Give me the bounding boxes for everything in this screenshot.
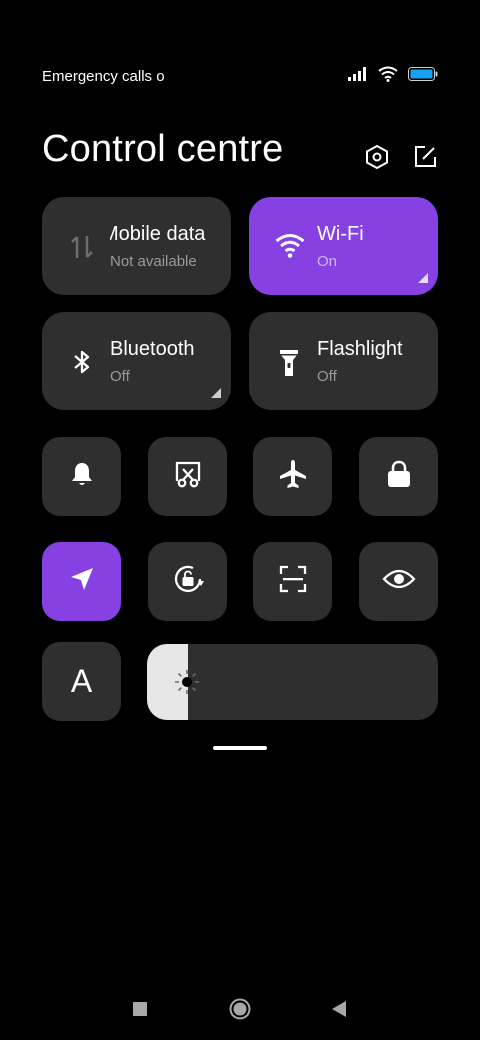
brightness-slider[interactable] <box>147 644 438 720</box>
signal-icon <box>348 67 368 86</box>
mobile-data-tile[interactable]: Mobile data Not available <box>42 197 231 295</box>
lock-icon <box>385 459 413 494</box>
airplane-icon <box>277 458 309 495</box>
battery-icon <box>408 67 438 86</box>
drag-handle[interactable] <box>213 746 267 750</box>
settings-hex-icon[interactable] <box>364 144 390 170</box>
location-icon <box>68 565 96 598</box>
home-button[interactable] <box>225 996 255 1026</box>
wifi-status-icon <box>378 66 398 87</box>
wifi-status: On <box>317 253 338 270</box>
triangle-back-icon <box>331 1000 347 1023</box>
mobile-data-status: Not available <box>110 253 197 270</box>
data-arrows-icon <box>68 233 96 261</box>
header-actions <box>364 144 438 170</box>
toggle-reading-mode[interactable] <box>359 542 438 621</box>
screenshot-scissors-icon <box>173 459 203 494</box>
toggle-screenshot[interactable] <box>148 437 227 516</box>
toggle-lock-screen[interactable] <box>359 437 438 516</box>
status-text: Emergency calls o <box>42 68 165 85</box>
toggle-rotation-lock[interactable] <box>148 542 227 621</box>
circle-icon <box>228 997 252 1026</box>
wifi-tile[interactable]: Wi-Fi On <box>249 197 438 295</box>
status-icons <box>348 66 438 87</box>
edit-icon[interactable] <box>412 144 438 170</box>
flashlight-status: Off <box>317 368 337 385</box>
bluetooth-status: Off <box>110 368 130 385</box>
expand-corner-icon[interactable] <box>211 388 221 398</box>
bluetooth-tile[interactable]: Bluetooth Off <box>42 312 231 410</box>
brightness-sun-icon <box>174 669 200 695</box>
wifi-label: Wi-Fi <box>317 223 364 245</box>
wifi-icon <box>275 233 305 261</box>
toggle-scanner[interactable] <box>253 542 332 621</box>
square-icon <box>132 1001 148 1022</box>
eye-icon <box>381 567 416 596</box>
toggle-airplane[interactable] <box>253 437 332 516</box>
back-button[interactable] <box>324 996 354 1026</box>
bluetooth-label: Bluetooth <box>110 338 195 360</box>
font-letter: A <box>70 663 93 699</box>
bell-icon <box>68 460 96 493</box>
mobile-data-label: Mobile data <box>110 223 206 245</box>
flashlight-label: Flashlight <box>317 338 403 360</box>
font-size-tile[interactable]: A <box>42 642 121 721</box>
rotation-lock-icon <box>171 562 205 601</box>
bluetooth-icon <box>68 348 96 376</box>
toggle-silent[interactable] <box>42 437 121 516</box>
expand-corner-icon[interactable] <box>418 273 428 283</box>
recents-button[interactable] <box>125 996 155 1026</box>
flashlight-icon <box>275 348 303 376</box>
flashlight-tile[interactable]: Flashlight Off <box>249 312 438 410</box>
scan-icon <box>278 564 308 599</box>
toggle-location[interactable] <box>42 542 121 621</box>
page-title: Control centre <box>42 128 284 170</box>
status-bar: Emergency calls o <box>0 58 480 94</box>
